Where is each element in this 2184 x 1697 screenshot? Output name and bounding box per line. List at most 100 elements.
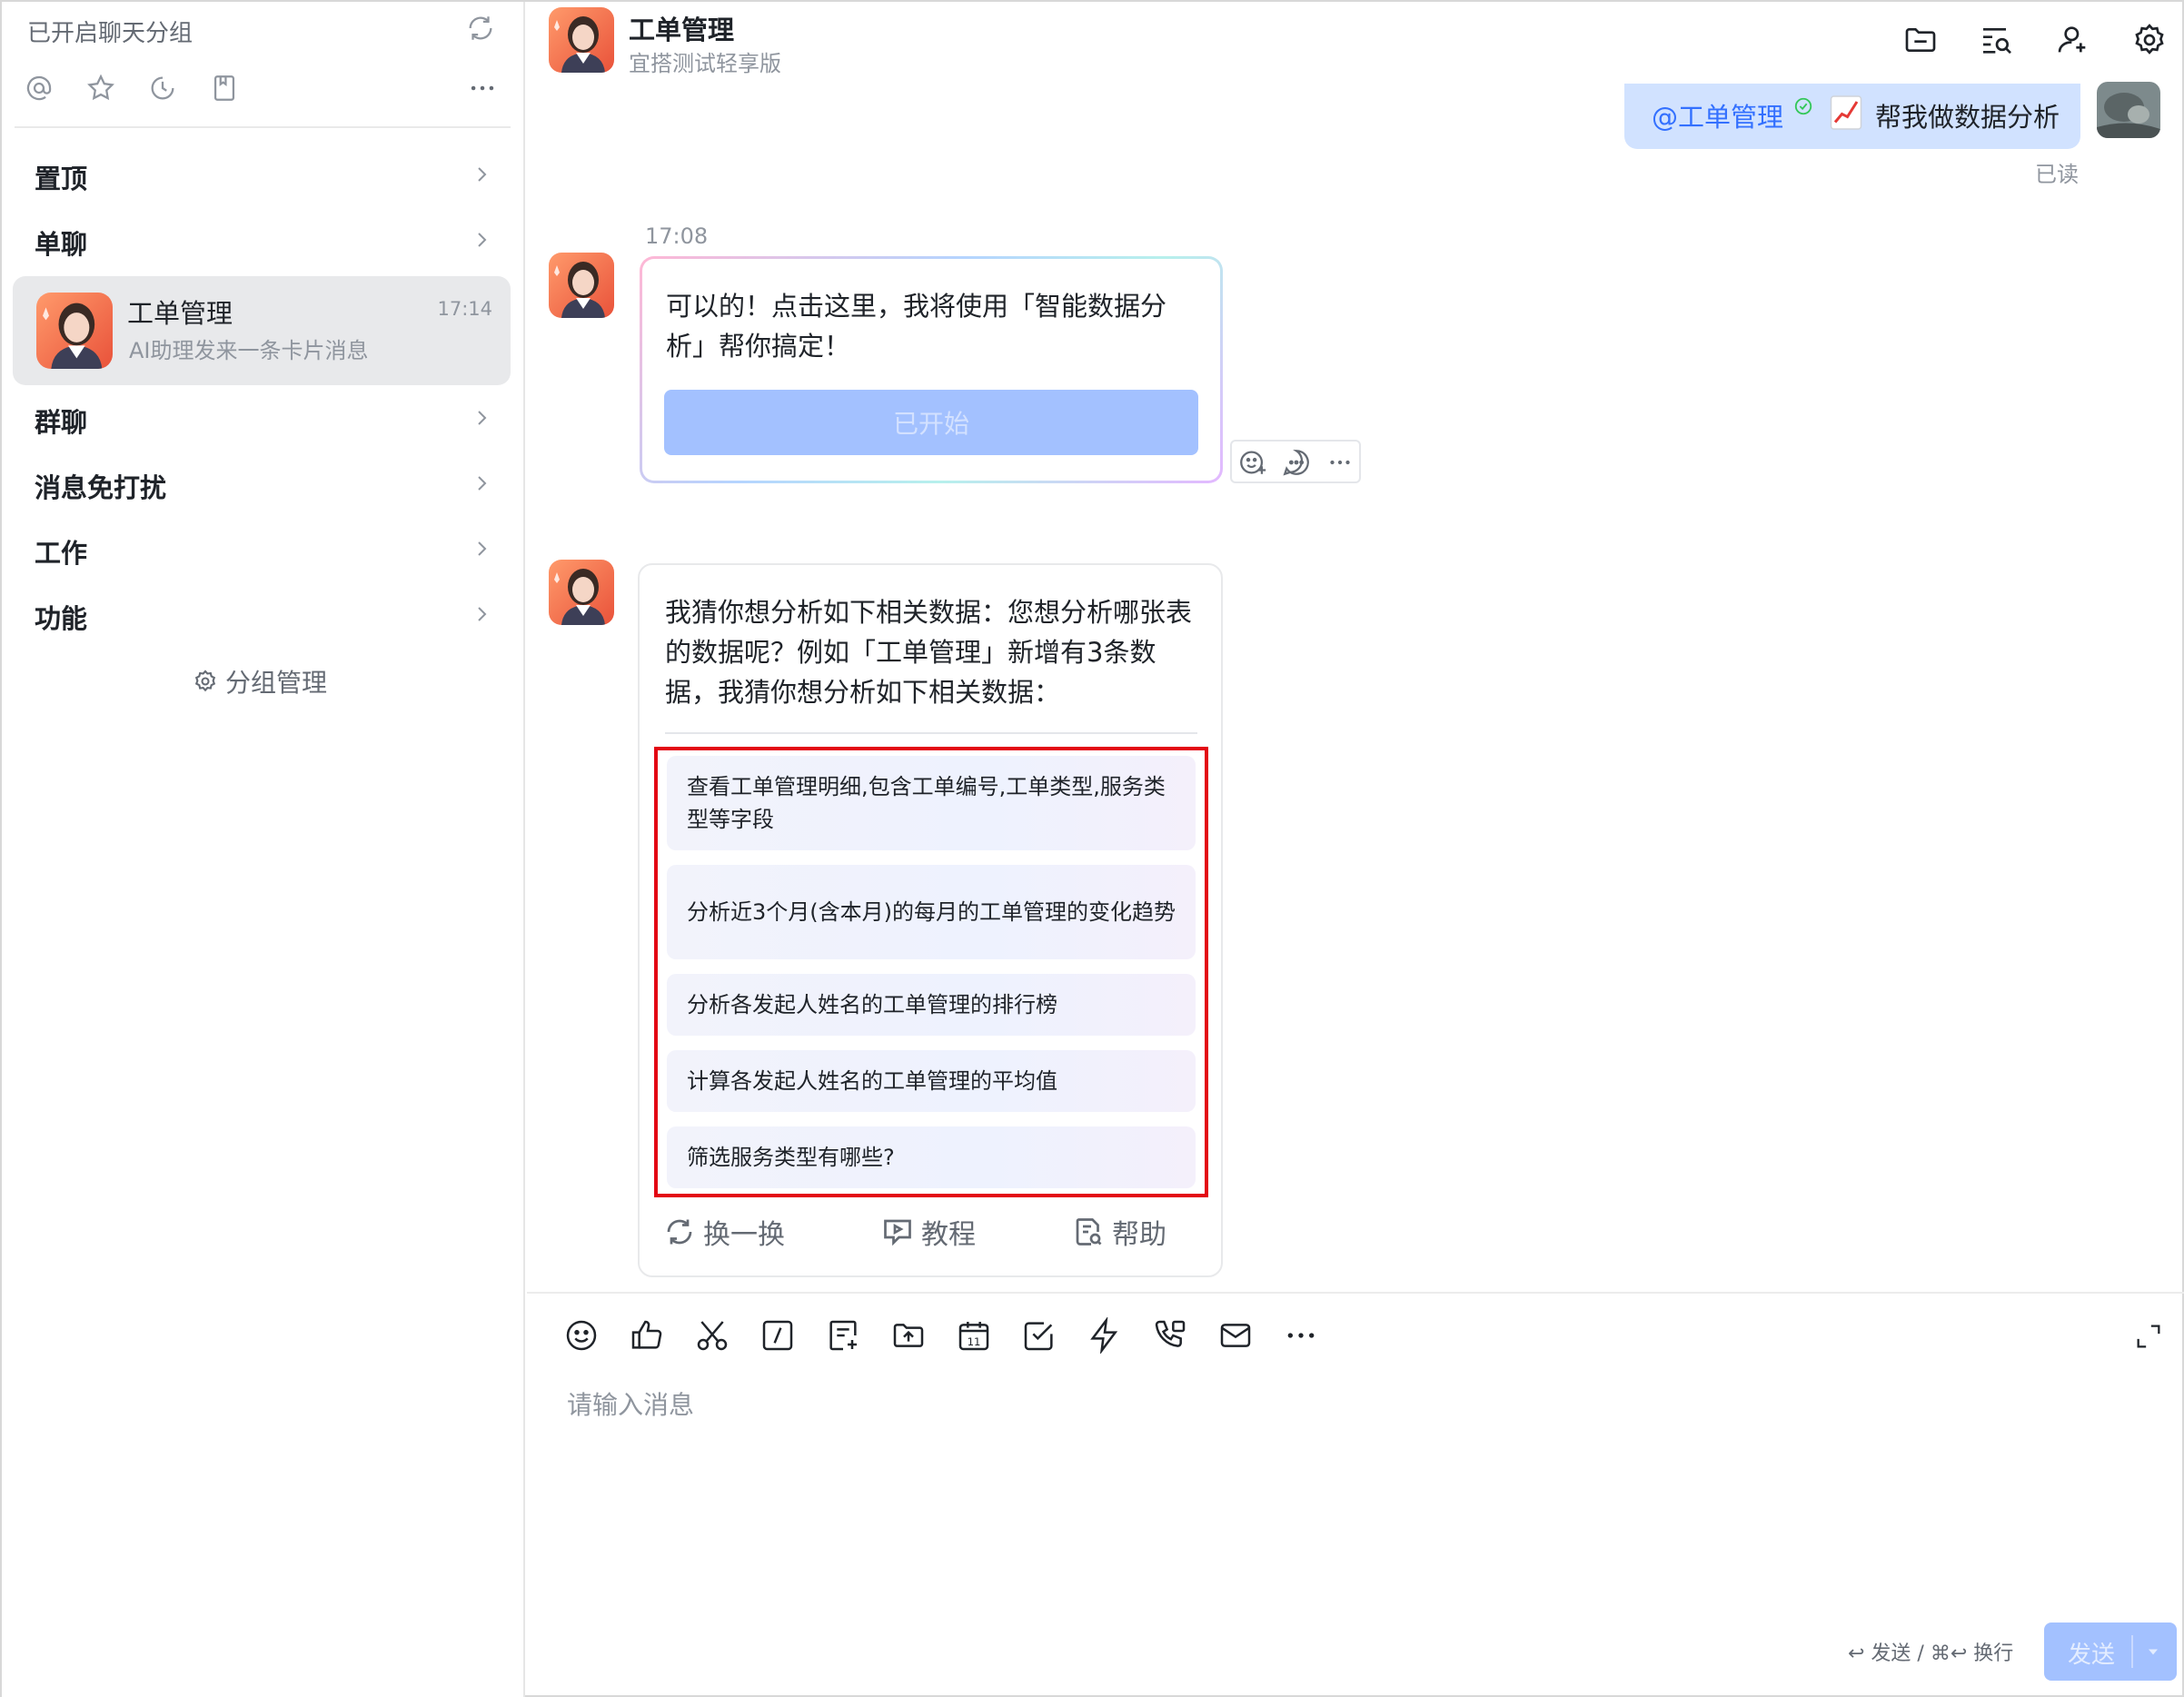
refresh-icon[interactable] (465, 13, 496, 44)
composer-toolbar: 11 (563, 1317, 2162, 1357)
refresh-suggestions-button[interactable]: 换一换 (663, 1212, 785, 1252)
phone-icon[interactable] (1152, 1317, 1188, 1354)
avatar (36, 293, 113, 369)
sidebar-item-label: 消息免打扰 (35, 472, 167, 503)
emoji-icon[interactable] (563, 1317, 600, 1354)
add-reaction-icon[interactable] (1237, 447, 1268, 478)
read-status: 已读 (2035, 162, 2079, 187)
sidebar-item-work[interactable]: 工作 (15, 518, 511, 581)
sidebar-item-label: 工作 (35, 538, 88, 569)
sidebar-item-mute[interactable]: 消息免打扰 (15, 452, 511, 516)
send-label: 发送 (2068, 1642, 2116, 1669)
calendar-icon[interactable]: 11 (956, 1317, 992, 1354)
caret-down-icon[interactable] (2144, 1642, 2162, 1661)
settings-gear-icon[interactable] (2131, 22, 2168, 58)
lightning-icon[interactable] (1087, 1317, 1123, 1354)
sidebar-divider (15, 126, 511, 128)
user-message-text: 帮我做数据分析 (1875, 102, 2060, 133)
chevron-right-icon (478, 411, 487, 425)
sidebar-item-pinned[interactable]: 置顶 (15, 144, 511, 207)
card-divider (665, 732, 1197, 734)
suggestion-item[interactable]: 分析近3个月(含本月)的每月的工单管理的变化趋势 (667, 865, 1196, 959)
expand-icon[interactable] (2133, 1321, 2164, 1352)
tutorial-button[interactable]: 教程 (881, 1212, 976, 1252)
at-icon[interactable] (24, 73, 55, 104)
chat-pane: 工单管理 宜搭测试轻享版 @工单管理 帮我做数据分析 已读 17:08 可以的！… (527, 2, 2184, 1697)
suggestion-card: 我猜你想分析如下相关数据：您想分析哪张表的数据呢？例如「工单管理」新增有3条数据… (638, 563, 1223, 1277)
svg-text:11: 11 (968, 1335, 981, 1348)
chat-title: 工单管理 (629, 15, 735, 45)
card-text: 我猜你想分析如下相关数据：您想分析哪张表的数据呢？例如「工单管理」新增有3条数据… (665, 597, 1193, 708)
clock-icon[interactable] (147, 73, 178, 104)
sidebar-item-label: 置顶 (35, 164, 88, 194)
chevron-right-icon (478, 167, 487, 182)
sidebar-item-label: 群聊 (35, 407, 88, 438)
suggestion-item[interactable]: 分析各发起人姓名的工单管理的排行榜 (667, 974, 1196, 1036)
sidebar: 已开启聊天分组 置顶 单聊 工单管理 17:14 AI助理发来一条卡片消息 群聊… (2, 2, 525, 1697)
more-icon[interactable] (1283, 1317, 1319, 1354)
tutorial-icon (884, 1219, 911, 1246)
user-message-bubble[interactable]: @工单管理 帮我做数据分析 (1624, 84, 2080, 149)
search-messages-icon[interactable] (1979, 22, 2015, 58)
app-window: 已开启聊天分组 置顶 单聊 工单管理 17:14 AI助理发来一条卡片消息 群聊… (0, 0, 2184, 1697)
task-icon[interactable] (1021, 1317, 1057, 1354)
scissors-icon[interactable] (694, 1317, 730, 1354)
mail-icon[interactable] (1217, 1317, 1254, 1354)
suggestion-item[interactable]: 计算各发起人姓名的工单管理的平均值 (667, 1050, 1196, 1112)
star-icon[interactable] (85, 73, 116, 104)
folder-upload-icon[interactable] (890, 1317, 927, 1354)
sidebar-item-single-chat[interactable]: 单聊 (15, 209, 511, 273)
chart-increasing-icon (1830, 95, 1862, 130)
help-label: 帮助 (1112, 1219, 1166, 1251)
add-member-icon[interactable] (2055, 22, 2091, 58)
chat-header-avatar[interactable] (549, 7, 614, 73)
sidebar-item-label: 功能 (35, 603, 88, 634)
chevron-right-icon (478, 541, 487, 556)
help-doc-icon (1076, 1218, 1102, 1245)
more-icon[interactable] (467, 73, 498, 104)
command-icon[interactable] (759, 1317, 796, 1354)
message-time: 17:08 (645, 223, 709, 249)
chat-time: 17:14 (437, 298, 492, 320)
group-manage-label: 分组管理 (225, 668, 328, 698)
refresh-icon (667, 1219, 692, 1245)
send-button[interactable]: 发送 (2044, 1623, 2177, 1681)
chevron-right-icon (478, 607, 487, 621)
doc-add-icon[interactable] (825, 1317, 861, 1354)
sidebar-item-feature[interactable]: 功能 (15, 583, 511, 647)
chat-name: 工单管理 (127, 298, 233, 329)
sidebar-header: 已开启聊天分组 (27, 20, 194, 47)
suggestions-highlight-box: 查看工单管理明细,包含工单编号,工单类型,服务类型等字段 分析近3个月(含本月)… (654, 747, 1208, 1197)
bot-avatar[interactable] (549, 253, 614, 318)
more-icon[interactable] (1325, 447, 1355, 478)
reply-icon[interactable] (1281, 447, 1312, 478)
folder-icon[interactable] (1902, 22, 1939, 58)
chat-subtitle: 宜搭测试轻享版 (629, 51, 781, 76)
message-actions (1230, 440, 1361, 483)
send-hint: ↩ 发送 / ⌘↩ 换行 (1848, 1642, 2014, 1665)
message-input[interactable] (567, 1377, 2111, 1432)
sidebar-item-label: 单聊 (35, 229, 88, 260)
bookmark-icon[interactable] (209, 73, 240, 104)
thumbs-up-icon[interactable] (629, 1317, 665, 1354)
gear-icon (194, 670, 216, 692)
ai-card-message: 可以的！点击这里，我将使用「智能数据分析」帮你搞定！ 已开始 (640, 256, 1223, 483)
chat-preview: AI助理发来一条卡片消息 (129, 338, 369, 363)
user-avatar[interactable] (2097, 82, 2160, 138)
chat-list-item-active[interactable]: 工单管理 17:14 AI助理发来一条卡片消息 (13, 276, 511, 385)
check-circle-icon (1794, 97, 1812, 115)
start-button[interactable]: 已开始 (664, 390, 1198, 455)
refresh-label: 换一换 (703, 1219, 785, 1251)
suggestion-item[interactable]: 查看工单管理明细,包含工单编号,工单类型,服务类型等字段 (667, 756, 1196, 850)
help-button[interactable]: 帮助 (1072, 1212, 1166, 1252)
chevron-right-icon (478, 233, 487, 247)
mention-text[interactable]: @工单管理 (1652, 96, 1783, 134)
group-manage-button[interactable]: 分组管理 (193, 663, 327, 700)
card-text: 可以的！点击这里，我将使用「智能数据分析」帮你搞定！ (666, 291, 1167, 362)
composer-divider (527, 1292, 2184, 1294)
send-divider (2131, 1635, 2133, 1668)
card-actions: 换一换 教程 帮助 (663, 1212, 1208, 1252)
suggestion-item[interactable]: 筛选服务类型有哪些? (667, 1126, 1196, 1188)
bot-avatar[interactable] (549, 560, 614, 625)
sidebar-item-group-chat[interactable]: 群聊 (15, 387, 511, 451)
